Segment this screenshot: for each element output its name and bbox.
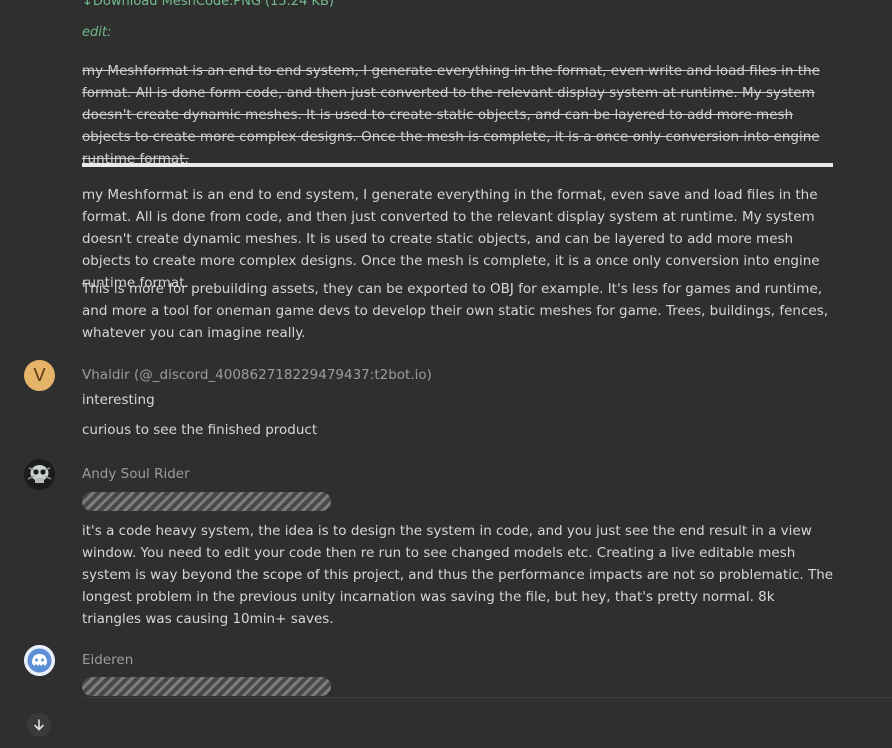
username-andy[interactable]: Andy Soul Rider	[82, 466, 190, 482]
username-eideren[interactable]: Eideren	[82, 652, 133, 668]
chat-timeline: ↓Download MeshCode.PNG (15.24 KB) edit: …	[0, 0, 892, 748]
reply-quote-placeholder[interactable]	[82, 677, 331, 696]
struck-message-text: my Meshformat is an end to end system, I…	[82, 63, 820, 167]
scroll-to-bottom-button[interactable]	[27, 713, 51, 737]
arrow-down-icon	[34, 719, 44, 731]
message-line: curious to see the finished product	[82, 422, 318, 438]
message-text-andy: it's a code heavy system, the idea is to…	[82, 523, 834, 627]
username-vhaldir[interactable]: Vhaldir (@_discord_400862718229479437:t2…	[82, 367, 432, 383]
avatar-eideren[interactable]	[24, 645, 55, 676]
avatar-andy[interactable]	[24, 459, 55, 490]
timeline-divider	[82, 697, 892, 698]
edit-label: edit:	[82, 25, 112, 40]
skull-avatar-icon	[24, 459, 55, 490]
message-paragraph-2: This is more for prebuilding assets, the…	[82, 281, 829, 341]
ghost-avatar-icon	[24, 645, 55, 676]
reply-quote-placeholder[interactable]	[82, 492, 331, 511]
avatar-vhaldir[interactable]: V	[24, 360, 55, 391]
message-line: interesting	[82, 392, 155, 408]
horizontal-rule	[82, 163, 833, 167]
download-attachment-link[interactable]: ↓Download MeshCode.PNG (15.24 KB)	[82, 0, 334, 9]
